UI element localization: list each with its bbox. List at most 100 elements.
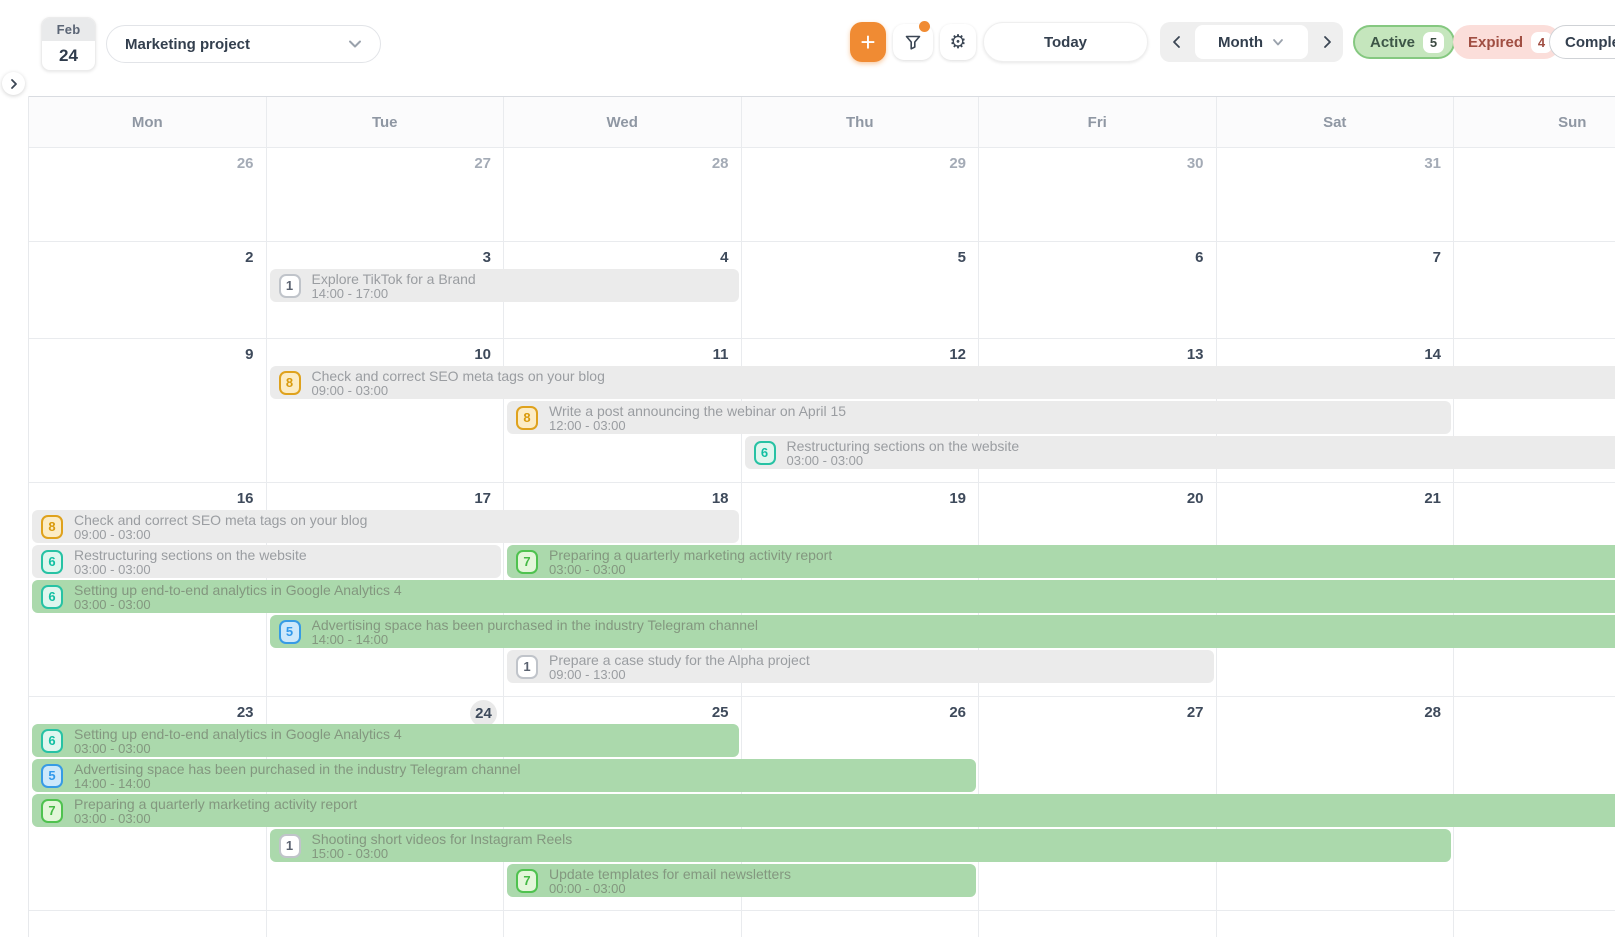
event-text: Explore TikTok for a Brand14:00 - 17:00: [312, 271, 476, 301]
filter-tab-completed[interactable]: Completed: [1549, 25, 1615, 59]
event-count-badge: 1: [516, 655, 538, 679]
event-count-badge: 5: [279, 620, 301, 644]
event-title: Prepare a case study for the Alpha proje…: [549, 652, 810, 668]
day-cell[interactable]: 31: [1217, 148, 1455, 241]
event-bar[interactable]: 6Restructuring sections on the website03…: [745, 436, 1615, 469]
day-cell[interactable]: [504, 911, 742, 937]
event-bar[interactable]: 5 Advertising space has been purchased in…: [32, 759, 976, 792]
day-number: 20: [1187, 490, 1204, 507]
event-count-badge: 5: [41, 764, 63, 788]
weekday-header-wed: Wed: [504, 97, 742, 147]
current-date-badge: Feb 24: [41, 17, 96, 71]
event-text: Restructuring sections on the website03:…: [787, 438, 1020, 468]
settings-button[interactable]: ⚙: [940, 24, 976, 60]
filter-tab-active-label: Active: [1370, 34, 1415, 51]
week-row: 2324252627286Setting up end-to-end analy…: [29, 697, 1615, 911]
day-cell[interactable]: [1454, 911, 1615, 937]
event-count-badge: 7: [516, 869, 538, 893]
day-number: 28: [712, 155, 729, 172]
day-cell[interactable]: [1454, 242, 1615, 338]
calendar-weeks: 2627282930312345671Explore TikTok for a …: [29, 148, 1615, 937]
day-cell[interactable]: 7: [1217, 242, 1455, 338]
day-cell[interactable]: 10: [267, 339, 505, 482]
filter-tab-completed-label: Completed: [1565, 34, 1615, 51]
event-count-badge: 8: [516, 406, 538, 430]
event-time: 14:00 - 17:00: [312, 287, 476, 301]
event-text: Setting up end-to-end analytics in Googl…: [74, 582, 402, 612]
event-title: Explore TikTok for a Brand: [312, 271, 476, 287]
event-bar[interactable]: 1 Prepare a case study for the Alpha proj…: [507, 650, 1214, 683]
event-bar[interactable]: 1Shooting short videos for Instagram Ree…: [270, 829, 1452, 862]
next-period-button[interactable]: [1310, 22, 1343, 62]
filter-button[interactable]: [893, 24, 933, 60]
day-cell[interactable]: [1217, 911, 1455, 937]
event-time: 09:00 - 13:00: [549, 668, 810, 682]
add-event-button[interactable]: +: [850, 22, 886, 62]
today-button[interactable]: Today: [983, 22, 1148, 62]
event-text: Write a post announcing the webinar on A…: [549, 403, 846, 433]
previous-period-button[interactable]: [1160, 22, 1193, 62]
day-cell[interactable]: 9: [29, 339, 267, 482]
event-text: Update templates for email newsletters00…: [549, 866, 791, 896]
day-cell[interactable]: [267, 911, 505, 937]
event-bar[interactable]: 5Advertising space has been purchased in…: [270, 615, 1615, 648]
day-cell[interactable]: [29, 911, 267, 937]
day-number: 7: [1433, 249, 1441, 266]
event-bar[interactable]: 6Setting up end-to-end analytics in Goog…: [32, 580, 1615, 613]
sidebar-expand-button[interactable]: [2, 72, 25, 95]
weekday-header-row: MonTueWedThuFriSatSun: [29, 96, 1615, 148]
day-cell[interactable]: 27: [267, 148, 505, 241]
event-count-badge: 7: [41, 799, 63, 823]
event-bar[interactable]: 6Restructuring sections on the website03…: [32, 545, 501, 578]
day-cell[interactable]: 6: [979, 242, 1217, 338]
event-count-badge: 6: [41, 729, 63, 753]
project-selector[interactable]: Marketing project: [106, 25, 381, 63]
event-bar[interactable]: 8Check and correct SEO meta tags on your…: [270, 366, 1615, 399]
day-cell[interactable]: 29: [742, 148, 980, 241]
current-day-label: 24: [42, 41, 95, 71]
funnel-icon: [903, 32, 923, 52]
week-cells: 2627 28 2930 31: [29, 148, 1615, 241]
event-title: Shooting short videos for Instagram Reel…: [312, 831, 573, 847]
day-number: 19: [949, 490, 966, 507]
event-time: 09:00 - 03:00: [312, 384, 605, 398]
event-time: 12:00 - 03:00: [549, 419, 846, 433]
day-cell[interactable]: 26: [29, 148, 267, 241]
event-bar[interactable]: 7Preparing a quarterly marketing activit…: [507, 545, 1615, 578]
event-count-badge: 8: [279, 371, 301, 395]
event-bar[interactable]: 6Setting up end-to-end analytics in Goog…: [32, 724, 739, 757]
weekday-header-tue: Tue: [267, 97, 505, 147]
event-time: 14:00 - 14:00: [74, 777, 520, 791]
day-cell[interactable]: 2: [29, 242, 267, 338]
event-bar[interactable]: 1 Explore TikTok for a Brand14:00 - 17:00: [270, 269, 739, 302]
event-bar[interactable]: 8Check and correct SEO meta tags on your…: [32, 510, 739, 543]
filter-tab-active[interactable]: Active 5: [1353, 25, 1455, 59]
day-number: 5: [958, 249, 966, 266]
event-title: Advertising space has been purchased in …: [74, 761, 520, 777]
weekday-header-sun: Sun: [1454, 97, 1615, 147]
day-cell[interactable]: 5: [742, 242, 980, 338]
plus-icon: +: [860, 29, 875, 55]
event-time: 03:00 - 03:00: [74, 742, 402, 756]
event-count-badge: 1: [279, 274, 301, 298]
day-number: 25: [712, 704, 729, 721]
chevron-down-icon: [346, 35, 364, 53]
gear-icon: ⚙: [949, 33, 966, 52]
event-bar[interactable]: 7Preparing a quarterly marketing activit…: [32, 794, 1615, 827]
event-time: 03:00 - 03:00: [787, 454, 1020, 468]
event-bar[interactable]: 7 Update templates for email newsletters0…: [507, 864, 976, 897]
day-number: 31: [1424, 155, 1441, 172]
day-cell[interactable]: 30: [979, 148, 1217, 241]
view-mode-selector[interactable]: Month: [1195, 25, 1308, 59]
day-cell[interactable]: [979, 911, 1217, 937]
event-title: Restructuring sections on the website: [787, 438, 1020, 454]
week-row: [29, 911, 1615, 937]
weekday-header-fri: Fri: [979, 97, 1217, 147]
filter-tab-expired[interactable]: Expired 4: [1453, 25, 1561, 59]
weekday-header-thu: Thu: [742, 97, 980, 147]
day-cell[interactable]: [1454, 148, 1615, 241]
day-cell[interactable]: [742, 911, 980, 937]
day-cell[interactable]: 28: [504, 148, 742, 241]
event-bar[interactable]: 8 Write a post announcing the webinar on …: [507, 401, 1451, 434]
event-text: Shooting short videos for Instagram Reel…: [312, 831, 573, 861]
